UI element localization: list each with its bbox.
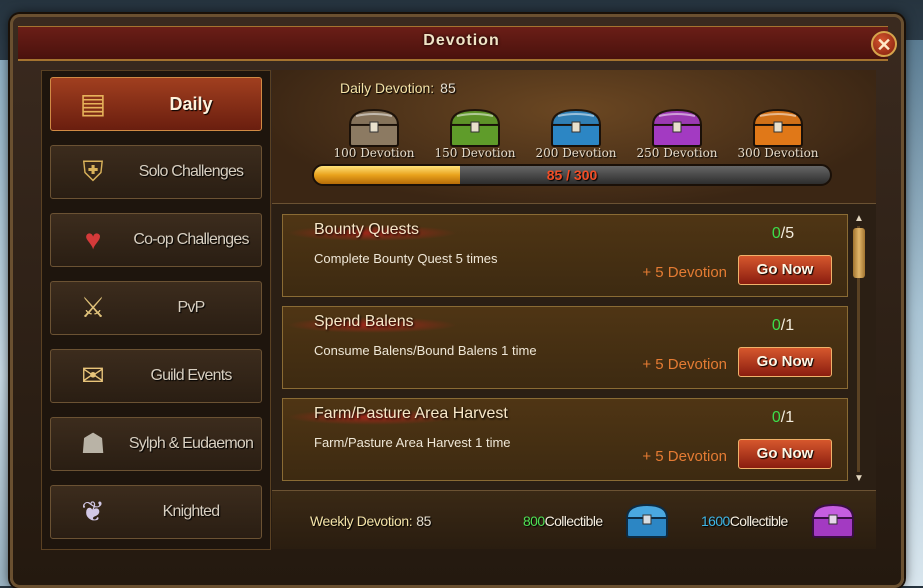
tab-guild-events[interactable]: ✉ Guild Events <box>50 349 262 403</box>
orange-chest-icon[interactable] <box>750 106 806 150</box>
milestone-label: 100 Devotion <box>333 146 415 160</box>
go-now-button[interactable]: Go Now <box>738 255 832 285</box>
collectible-label: Collectible <box>729 513 789 529</box>
weekly-footer: Weekly Devotion: 85 800Collectible 1600Co… <box>272 490 876 549</box>
task-progress: 0/1 <box>753 409 813 427</box>
task-row: Bounty Quests Complete Bounty Quest 5 ti… <box>282 214 848 297</box>
tab-solo-challenges[interactable]: ⛨ Solo Challenges <box>50 145 262 199</box>
task-row: Farm/Pasture Area Harvest Farm/Pasture A… <box>282 398 848 481</box>
daily-devotion-label: Daily Devotion: <box>340 80 435 96</box>
category-sidebar: ▤ Daily ⛨ Solo Challenges ♥ Co-op Challe… <box>41 70 271 550</box>
tab-sylph-eudaemon[interactable]: ☗ Sylph & Eudaemon <box>50 417 262 471</box>
weekly-devotion-label: Weekly Devotion: <box>310 513 413 529</box>
task-row: Spend Balens Consume Balens/Bound Balens… <box>282 306 848 389</box>
daily-devotion-value: 85 <box>440 80 456 96</box>
tab-label: Guild Events <box>150 367 232 384</box>
chest-icon: ▤ <box>79 88 107 119</box>
tab-label: PvP <box>177 299 206 316</box>
task-total: /1 <box>780 317 795 334</box>
task-name: Spend Balens <box>314 313 414 330</box>
collectible-amount: 1600 <box>701 513 730 529</box>
task-scrollbar[interactable]: ▲ ▼ <box>852 214 866 484</box>
window-title: Devotion <box>423 32 500 49</box>
scroll-up-icon[interactable]: ▲ <box>852 214 866 224</box>
task-reward: + 5 Devotion <box>642 264 727 281</box>
task-progress: 0/5 <box>753 225 813 243</box>
milestone-label: 300 Devotion <box>737 146 819 160</box>
tab-label: Knighted <box>162 503 221 520</box>
heart-icon: ♥ <box>84 224 102 255</box>
scroll-thumb[interactable] <box>853 228 865 278</box>
progress-text: 85 / 300 <box>546 167 598 183</box>
collectible-label: Collectible <box>544 513 604 529</box>
crossed-swords-icon: ⚔ <box>80 292 106 323</box>
tab-label: Solo Challenges <box>138 163 244 180</box>
task-list: Bounty Quests Complete Bounty Quest 5 ti… <box>282 214 848 486</box>
tab-label: Co-op Challenges <box>133 231 249 248</box>
purple-chest-icon[interactable] <box>649 106 705 150</box>
task-done: 0 <box>771 317 781 334</box>
task-description: Complete Bounty Quest 5 times <box>314 251 498 266</box>
purple-chest-icon[interactable] <box>810 501 856 541</box>
go-now-button[interactable]: Go Now <box>738 347 832 377</box>
close-button[interactable]: ✕ <box>871 31 897 57</box>
task-done: 0 <box>771 409 781 426</box>
tab-pvp[interactable]: ⚔ PvP <box>50 281 262 335</box>
tab-daily[interactable]: ▤ Daily <box>50 77 262 131</box>
task-description: Consume Balens/Bound Balens 1 time <box>314 343 537 358</box>
milestone-label: 250 Devotion <box>636 146 718 160</box>
task-reward: + 5 Devotion <box>642 448 727 465</box>
blue-chest-icon[interactable] <box>624 501 670 541</box>
main-panel: Daily Devotion: 85 100 Devotion 150 Devoti… <box>272 70 876 549</box>
tab-coop-challenges[interactable]: ♥ Co-op Challenges <box>50 213 262 267</box>
task-name: Bounty Quests <box>314 221 419 238</box>
devotion-progress-bar: 85 / 300 <box>312 164 832 186</box>
daily-devotion: Daily Devotion: 85 <box>340 80 456 96</box>
task-total: /1 <box>780 409 795 426</box>
wings-emblem-icon: ❦ <box>81 496 105 527</box>
devotion-header: Daily Devotion: 85 100 Devotion 150 Devoti… <box>272 70 876 204</box>
blue-chest-icon[interactable] <box>548 106 604 150</box>
weekly-devotion-value: 85 <box>416 513 432 529</box>
task-description: Farm/Pasture Area Harvest 1 time <box>314 435 511 450</box>
task-total: /5 <box>780 225 795 242</box>
task-progress: 0/1 <box>753 317 813 335</box>
shield-icon: ⛨ <box>82 156 104 187</box>
scroll-icon: ✉ <box>81 360 105 391</box>
task-reward: + 5 Devotion <box>642 356 727 373</box>
task-done: 0 <box>771 225 781 242</box>
helmet-icon: ☗ <box>80 428 106 459</box>
tab-label: Daily <box>169 94 213 114</box>
weekly-devotion: Weekly Devotion: 85 <box>310 513 431 529</box>
bronze-chest-icon[interactable] <box>346 106 402 150</box>
tab-label: Sylph & Eudaemon <box>128 435 254 452</box>
green-chest-icon[interactable] <box>447 106 503 150</box>
scroll-down-icon[interactable]: ▼ <box>852 474 866 484</box>
collectible-amount: 800 <box>523 513 545 529</box>
task-name: Farm/Pasture Area Harvest <box>314 405 508 422</box>
collectible-reward: 800Collectible <box>523 513 603 529</box>
milestone-label: 150 Devotion <box>434 146 516 160</box>
tab-knighted[interactable]: ❦ Knighted <box>50 485 262 539</box>
collectible-reward: 1600Collectible <box>701 513 788 529</box>
go-now-button[interactable]: Go Now <box>738 439 832 469</box>
milestone-label: 200 Devotion <box>535 146 617 160</box>
